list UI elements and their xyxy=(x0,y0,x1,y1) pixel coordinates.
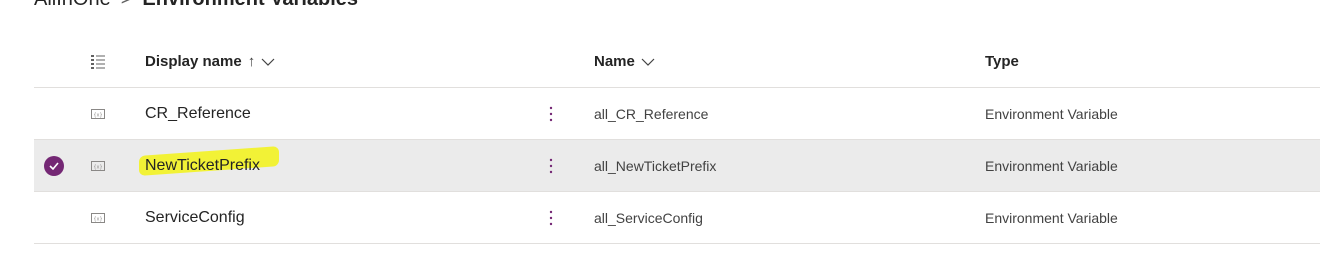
svg-text:{x}: {x} xyxy=(93,112,102,118)
row-type-text: Environment Variable xyxy=(985,209,1118,226)
row-display-name-text: ServiceConfig xyxy=(145,208,245,226)
column-options-icon xyxy=(91,54,105,69)
sort-ascending-icon: ↑ xyxy=(247,53,256,70)
grid-header-row: Display name ↑ Name Type xyxy=(34,36,1320,88)
environment-variables-grid: Display name ↑ Name Type {x} CR_Referenc… xyxy=(34,36,1320,244)
chevron-down-icon xyxy=(261,58,275,66)
chevron-down-icon xyxy=(641,58,655,66)
row-more-button[interactable] xyxy=(544,140,558,191)
row-type-icon-cell: {x} xyxy=(86,192,110,243)
svg-text:{x}: {x} xyxy=(93,164,102,170)
row-name: all_NewTicketPrefix xyxy=(594,140,974,191)
environment-variable-icon: {x} xyxy=(91,160,105,171)
row-more-button[interactable] xyxy=(544,88,558,139)
row-type-text: Environment Variable xyxy=(985,157,1118,174)
column-header-type-label: Type xyxy=(985,53,1019,70)
breadcrumb: AllInOne > Environment Variables xyxy=(34,0,358,11)
breadcrumb-separator: > xyxy=(121,0,133,10)
row-type: Environment Variable xyxy=(985,192,1305,243)
row-type-icon-cell: {x} xyxy=(86,140,110,191)
row-name: all_CR_Reference xyxy=(594,88,974,139)
row-name-text: all_NewTicketPrefix xyxy=(594,157,717,174)
row-select-checkbox[interactable] xyxy=(34,88,74,139)
breadcrumb-current: Environment Variables xyxy=(142,0,358,10)
row-display-name[interactable]: CR_Reference xyxy=(145,88,545,139)
more-vertical-icon xyxy=(549,106,553,121)
more-vertical-icon xyxy=(549,158,553,173)
column-options-button[interactable] xyxy=(86,36,110,87)
page: AllInOne>Environment Variables Displ xyxy=(0,0,1320,279)
row-type: Environment Variable xyxy=(985,88,1305,139)
row-type-icon-cell: {x} xyxy=(86,88,110,139)
row-display-name[interactable]: ServiceConfig xyxy=(145,192,545,243)
column-header-display-name-label: Display name xyxy=(145,53,242,70)
column-header-name[interactable]: Name xyxy=(594,36,974,87)
environment-variable-icon: {x} xyxy=(91,212,105,223)
column-header-type[interactable]: Type xyxy=(985,36,1305,87)
row-type-text: Environment Variable xyxy=(985,105,1118,122)
breadcrumb-parent[interactable]: AllInOne xyxy=(34,0,111,10)
row-more-button[interactable] xyxy=(544,192,558,243)
svg-text:{x}: {x} xyxy=(93,216,102,222)
table-row[interactable]: {x} CR_Reference all_CR_Reference Enviro… xyxy=(34,88,1320,140)
environment-variable-icon: {x} xyxy=(91,108,105,119)
row-name-text: all_ServiceConfig xyxy=(594,209,703,226)
column-header-name-label: Name xyxy=(594,53,635,70)
more-vertical-icon xyxy=(549,210,553,225)
row-select-checkbox[interactable] xyxy=(34,192,74,243)
row-display-name[interactable]: NewTicketPrefix xyxy=(139,140,545,191)
table-row[interactable]: {x} ServiceConfig all_ServiceConfig Envi… xyxy=(34,192,1320,244)
row-display-name-text: NewTicketPrefix xyxy=(145,156,260,174)
row-name-text: all_CR_Reference xyxy=(594,105,709,122)
table-row-selected[interactable]: {x} NewTicketPrefix all_NewTicketPrefix xyxy=(34,140,1320,192)
checkmark-circle-icon xyxy=(44,155,64,176)
row-type: Environment Variable xyxy=(985,140,1305,191)
row-select-checkbox[interactable] xyxy=(34,140,74,191)
column-header-display-name[interactable]: Display name ↑ xyxy=(145,36,545,87)
row-display-name-text: CR_Reference xyxy=(145,104,251,122)
row-name: all_ServiceConfig xyxy=(594,192,974,243)
